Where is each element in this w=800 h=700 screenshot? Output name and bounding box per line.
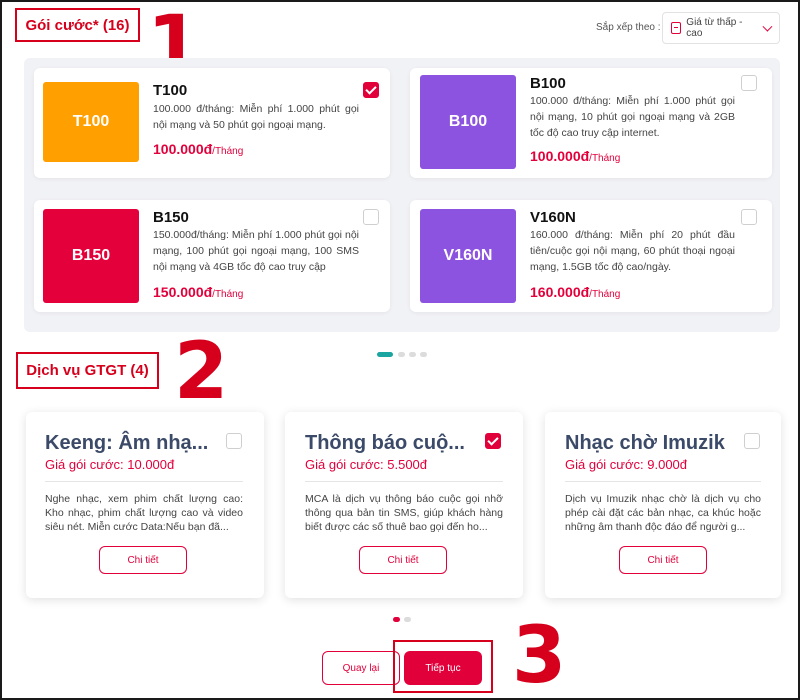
package-checkbox-v160n[interactable]: [741, 209, 757, 225]
carousel-dot[interactable]: [404, 617, 411, 622]
package-name: T100: [153, 82, 188, 99]
package-tile: V160N: [420, 209, 516, 303]
divider: [305, 481, 503, 482]
service-title: Keeng: Âm nhạ...: [45, 432, 209, 454]
service-title: Nhạc chờ Imuzik: [565, 432, 725, 454]
carousel-dot-active[interactable]: [377, 352, 393, 357]
carousel-dot[interactable]: [420, 352, 427, 357]
calendar-icon: [671, 22, 682, 34]
package-checkbox-b150[interactable]: [363, 209, 379, 225]
package-name: B150: [153, 209, 189, 226]
package-desc: 150.000đ/tháng: Miễn phí 1.000 phút gọi …: [153, 229, 359, 273]
sort-select[interactable]: Giá từ thấp - cao: [662, 12, 780, 44]
packages-title: Gói cước* (16): [25, 16, 130, 34]
package-tile: B150: [43, 209, 139, 303]
package-name: B100: [530, 75, 566, 92]
package-tile: T100: [43, 82, 139, 162]
service-desc: Nghe nhạc, xem phim chất lượng cao: Kho …: [45, 493, 243, 533]
service-desc: MCA là dịch vụ thông báo cuộc gọi nhỡ th…: [305, 493, 503, 533]
service-price: Giá gói cước: 10.000đ: [45, 457, 175, 472]
sort-value: Giá từ thấp - cao: [686, 17, 743, 39]
package-name: V160N: [530, 209, 576, 226]
carousel-dot[interactable]: [409, 352, 416, 357]
carousel-dot-active[interactable]: [393, 617, 400, 622]
service-checkbox-imuzik[interactable]: [744, 433, 760, 449]
carousel-dot[interactable]: [398, 352, 405, 357]
step-2-marker: 2: [174, 327, 229, 417]
package-price: 100.000đ/Tháng: [153, 141, 244, 157]
package-tile: B100: [420, 75, 516, 169]
chevron-down-icon: [762, 21, 773, 31]
details-button[interactable]: Chi tiết: [99, 546, 187, 574]
divider: [565, 481, 761, 482]
packages-title-box: Gói cước* (16): [15, 8, 140, 42]
package-desc: 100.000 đ/tháng: Miễn phí 1.000 phút gọi…: [153, 103, 359, 131]
next-button[interactable]: Tiếp tục: [404, 651, 482, 685]
services-title-box: Dịch vụ GTGT (4): [16, 352, 159, 389]
service-title: Thông báo cuộ...: [305, 432, 465, 454]
services-title: Dịch vụ GTGT (4): [26, 362, 149, 379]
details-button[interactable]: Chi tiết: [619, 546, 707, 574]
sort-label: Sắp xếp theo :: [596, 22, 661, 33]
package-price: 100.000đ/Tháng: [530, 148, 621, 164]
service-price: Giá gói cước: 9.000đ: [565, 457, 688, 472]
divider: [45, 481, 243, 482]
service-price: Giá gói cước: 5.500đ: [305, 457, 428, 472]
service-desc: Dịch vụ Imuzik nhạc chờ là dịch vụ cho p…: [565, 493, 761, 533]
back-button[interactable]: Quay lại: [322, 651, 400, 685]
package-checkbox-b100[interactable]: [741, 75, 757, 91]
step-3-marker: 3: [512, 611, 567, 700]
package-price: 150.000đ/Tháng: [153, 284, 244, 300]
package-checkbox-t100[interactable]: [363, 82, 379, 98]
service-checkbox-keeng[interactable]: [226, 433, 242, 449]
service-checkbox-mca[interactable]: [485, 433, 501, 449]
package-price: 160.000đ/Tháng: [530, 284, 621, 300]
package-desc: 160.000 đ/tháng: Miễn phí 20 phút đầu ti…: [530, 229, 735, 273]
package-desc: 100.000 đ/tháng: Miễn phí 1.000 phút gọi…: [530, 95, 735, 139]
details-button[interactable]: Chi tiết: [359, 546, 447, 574]
